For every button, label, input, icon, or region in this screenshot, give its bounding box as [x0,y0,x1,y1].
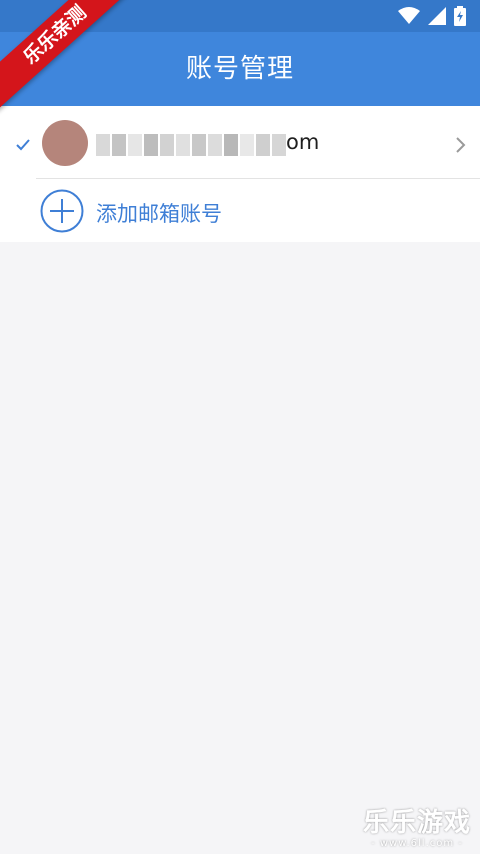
account-list: om 添加邮箱账号 [0,106,480,242]
watermark-brand: 乐乐游戏 - www.6ll.com - [362,808,472,850]
email-redacted [96,134,286,156]
chevron-right-icon [454,136,468,154]
signal-icon [428,7,446,25]
status-icons [398,6,466,26]
add-account-label: 添加邮箱账号 [96,202,222,226]
app-bar: 账号管理 [0,32,480,106]
battery-icon [454,6,466,26]
avatar [42,120,88,166]
watermark-brand-url: - www.6ll.com - [371,838,463,849]
add-account-button[interactable]: 添加邮箱账号 [0,179,480,242]
page-title: 账号管理 [185,54,294,84]
wifi-icon [398,7,420,25]
account-row[interactable]: om [0,106,480,178]
watermark-brand-name: 乐乐游戏 [362,808,471,838]
plus-circle-icon [40,189,84,233]
check-icon [16,137,30,151]
email-suffix: om [286,130,320,154]
